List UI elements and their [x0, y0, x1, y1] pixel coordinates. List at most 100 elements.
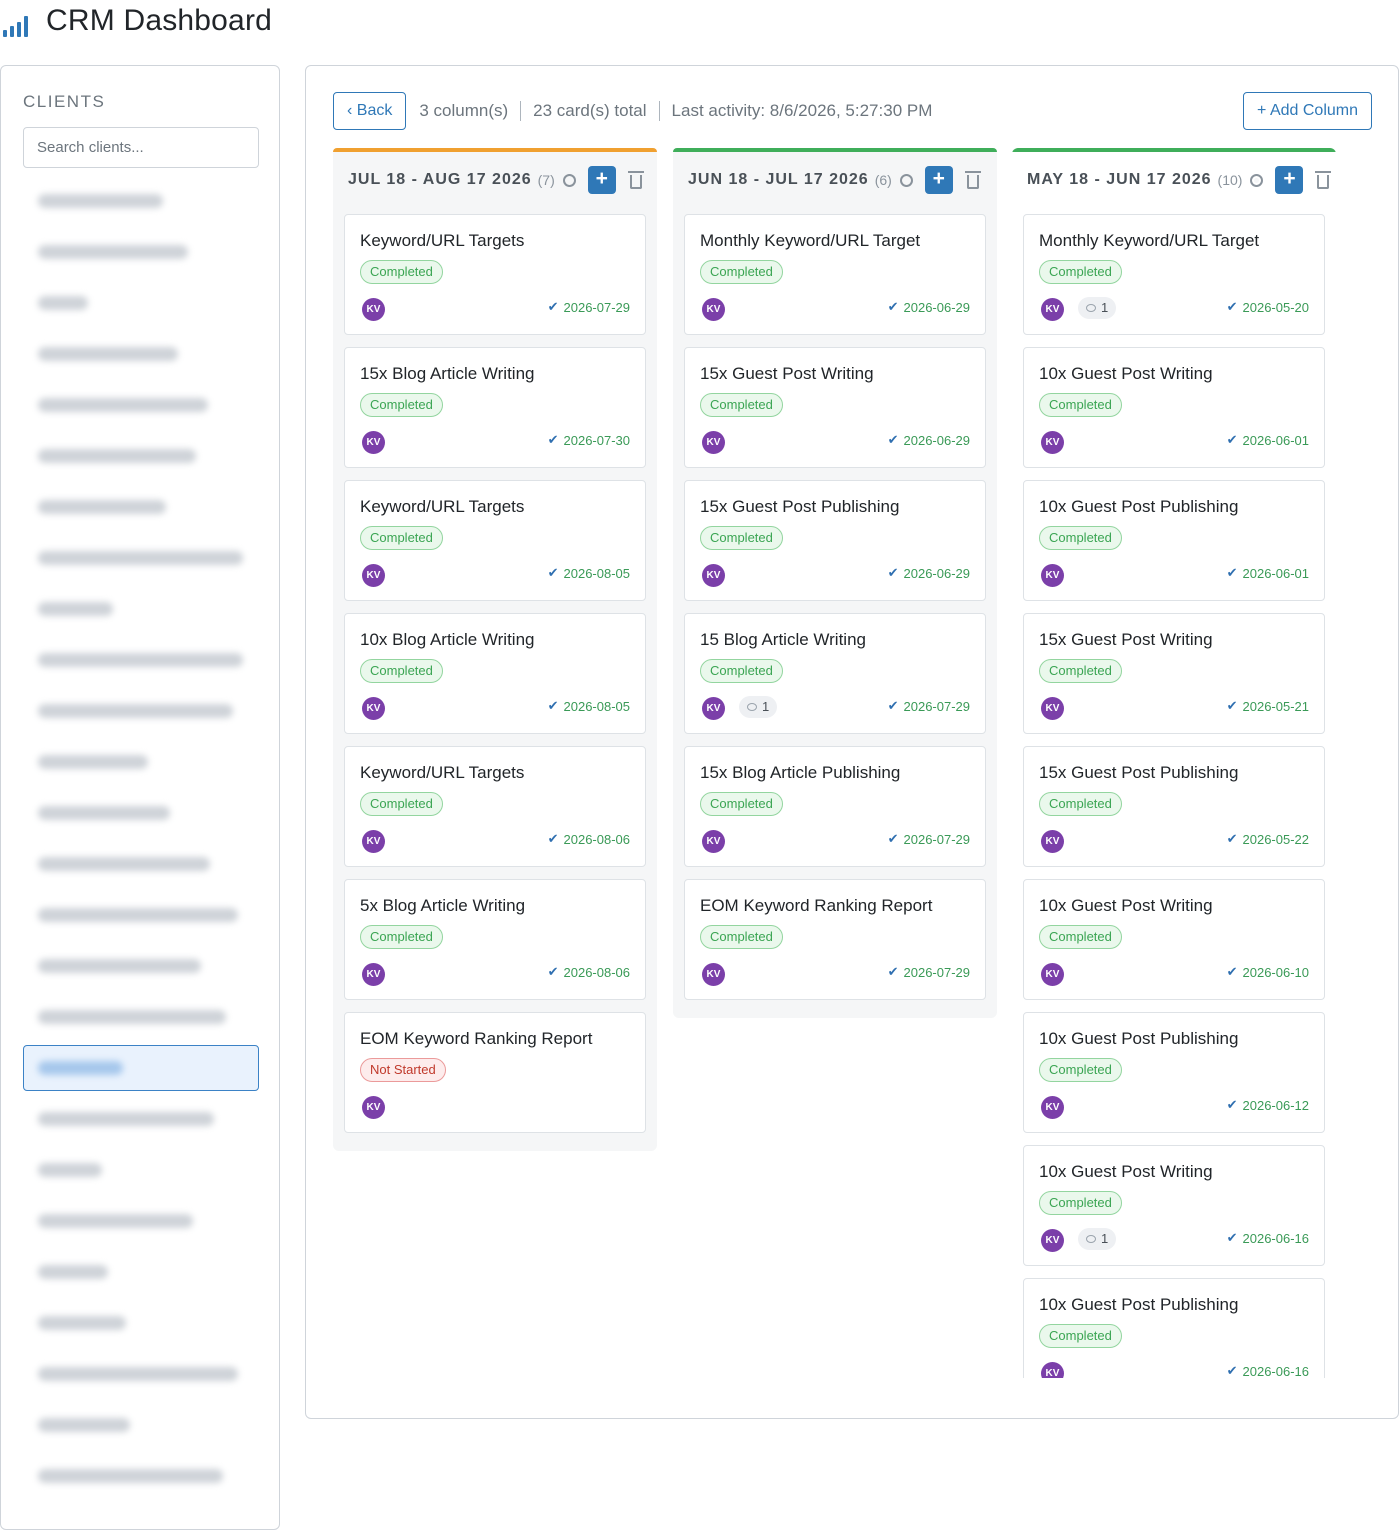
client-name-redacted — [38, 959, 201, 973]
task-card[interactable]: 5x Blog Article Writing Completed KV ✔ 202… — [344, 879, 646, 1000]
task-card[interactable]: 10x Guest Post Writing Completed KV 1 ✔ 202… — [1023, 1145, 1325, 1266]
task-card[interactable]: Keyword/URL Targets Completed KV ✔ 2026-07… — [344, 214, 646, 335]
client-name-redacted — [38, 704, 233, 718]
client-item[interactable] — [23, 790, 259, 836]
comment-icon — [1086, 1235, 1096, 1243]
card-title: 10x Guest Post Publishing — [1039, 1029, 1239, 1048]
client-item[interactable] — [23, 1300, 259, 1346]
card-title: Keyword/URL Targets — [360, 763, 525, 782]
client-item[interactable] — [23, 382, 259, 428]
task-card[interactable]: EOM Keyword Ranking Report Completed KV ✔… — [684, 879, 986, 1000]
card-title: 10x Guest Post Writing — [1039, 364, 1213, 383]
task-card[interactable]: 15x Guest Post Publishing Completed KV ✔ 2… — [684, 480, 986, 601]
status-badge: Completed — [360, 792, 443, 816]
trash-icon[interactable] — [627, 170, 644, 189]
check-icon: ✔ — [547, 964, 559, 979]
task-card[interactable]: Keyword/URL Targets Completed KV ✔ 2026-08… — [344, 746, 646, 867]
client-name-redacted — [38, 1418, 130, 1432]
check-icon: ✔ — [547, 698, 559, 713]
task-card[interactable]: EOM Keyword Ranking Report Not Started K… — [344, 1012, 646, 1133]
divider — [658, 101, 660, 121]
client-name-redacted — [38, 1265, 108, 1279]
completed-date: ✔ 2026-08-06 — [548, 964, 630, 980]
add-column-button[interactable]: + Add Column — [1243, 92, 1372, 130]
card-title: Monthly Keyword/URL Target — [700, 231, 921, 250]
trash-icon[interactable] — [964, 170, 981, 189]
check-icon: ✔ — [1226, 565, 1238, 580]
gear-icon[interactable] — [1250, 173, 1264, 187]
task-card[interactable]: 10x Blog Article Writing Completed KV ✔ 20… — [344, 613, 646, 734]
client-item[interactable] — [23, 841, 259, 887]
card-title: Keyword/URL Targets — [360, 231, 525, 250]
task-card[interactable]: 10x Guest Post Writing Completed KV ✔ 2026… — [1023, 879, 1325, 1000]
status-badge: Completed — [700, 260, 783, 284]
client-item[interactable] — [23, 1351, 259, 1397]
task-card[interactable]: 15x Blog Article Publishing Completed KV… — [684, 746, 986, 867]
client-search-input[interactable] — [23, 127, 259, 168]
task-card[interactable]: Monthly Keyword/URL Target Completed KV 1… — [1023, 214, 1325, 335]
client-item[interactable] — [23, 229, 259, 275]
client-item[interactable] — [23, 484, 259, 530]
client-item[interactable] — [23, 892, 259, 938]
client-item[interactable] — [23, 994, 259, 1040]
check-icon: ✔ — [1226, 432, 1238, 447]
comment-count[interactable]: 1 — [1078, 297, 1117, 319]
comment-count[interactable]: 1 — [739, 696, 778, 718]
avatar: KV — [702, 298, 725, 321]
task-card[interactable]: 15x Blog Article Writing Completed KV ✔ 20… — [344, 347, 646, 468]
client-item[interactable] — [23, 943, 259, 989]
client-item[interactable] — [23, 1198, 259, 1244]
client-item-selected[interactable] — [23, 1045, 259, 1091]
add-card-button[interactable]: + — [587, 166, 616, 194]
task-card[interactable]: Keyword/URL Targets Completed KV ✔ 2026-08… — [344, 480, 646, 601]
check-icon: ✔ — [547, 565, 559, 580]
task-card[interactable]: 10x Guest Post Publishing Completed KV ✔ 2… — [1023, 480, 1325, 601]
card-title: 15x Guest Post Publishing — [1039, 763, 1239, 782]
trash-icon[interactable] — [1315, 170, 1332, 189]
status-badge: Completed — [360, 659, 443, 683]
add-card-button[interactable]: + — [1275, 166, 1304, 194]
client-item[interactable] — [23, 1249, 259, 1295]
client-item[interactable] — [23, 1096, 259, 1142]
client-item[interactable] — [23, 535, 259, 581]
completed-date: ✔ 2026-07-29 — [888, 698, 970, 714]
task-card[interactable]: 10x Guest Post Writing Completed KV ✔ 2026… — [1023, 347, 1325, 468]
client-item[interactable] — [23, 331, 259, 377]
client-item[interactable] — [23, 1453, 259, 1499]
avatar: KV — [702, 830, 725, 853]
task-card[interactable]: 10x Guest Post Publishing Completed KV ✔ 2… — [1023, 1012, 1325, 1133]
client-name-redacted — [38, 1163, 102, 1177]
column-header: MAY 18 - JUN 17 2026 (10) + — [1012, 152, 1336, 208]
client-item[interactable] — [23, 688, 259, 734]
task-card[interactable]: 15 Blog Article Writing Completed KV 1 ✔ 20… — [684, 613, 986, 734]
gear-icon[interactable] — [562, 173, 576, 187]
client-item[interactable] — [23, 1402, 259, 1448]
client-item[interactable] — [23, 1147, 259, 1193]
gear-icon[interactable] — [899, 173, 913, 187]
task-card[interactable]: 15x Guest Post Writing Completed KV ✔ 2026… — [684, 347, 986, 468]
client-name-redacted — [38, 347, 178, 361]
client-item[interactable] — [23, 280, 259, 326]
divider — [520, 101, 522, 121]
status-badge: Completed — [1039, 925, 1122, 949]
task-card[interactable]: Monthly Keyword/URL Target Completed KV ✔… — [684, 214, 986, 335]
completed-date-value: 2026-06-29 — [903, 432, 971, 448]
client-item[interactable] — [23, 433, 259, 479]
comment-count[interactable]: 1 — [1078, 1228, 1117, 1250]
completed-date: ✔ 2026-05-22 — [1227, 831, 1309, 847]
client-name-redacted — [38, 806, 170, 820]
task-card[interactable]: 15x Guest Post Publishing Completed KV ✔ 2… — [1023, 746, 1325, 867]
client-name-redacted — [38, 1316, 126, 1330]
client-item[interactable] — [23, 586, 259, 632]
client-item[interactable] — [23, 637, 259, 683]
add-card-button[interactable]: + — [924, 166, 953, 194]
status-badge: Completed — [1039, 393, 1122, 417]
check-icon: ✔ — [887, 565, 899, 580]
back-button[interactable]: ‹ Back — [333, 92, 407, 130]
client-item[interactable] — [23, 739, 259, 785]
client-name-redacted — [38, 449, 196, 463]
completed-date-value: 2026-07-29 — [903, 698, 971, 714]
client-item[interactable] — [23, 178, 259, 224]
task-card[interactable]: 10x Guest Post Publishing Completed KV ✔ 2… — [1023, 1278, 1325, 1378]
task-card[interactable]: 15x Guest Post Writing Completed KV ✔ 2026… — [1023, 613, 1325, 734]
